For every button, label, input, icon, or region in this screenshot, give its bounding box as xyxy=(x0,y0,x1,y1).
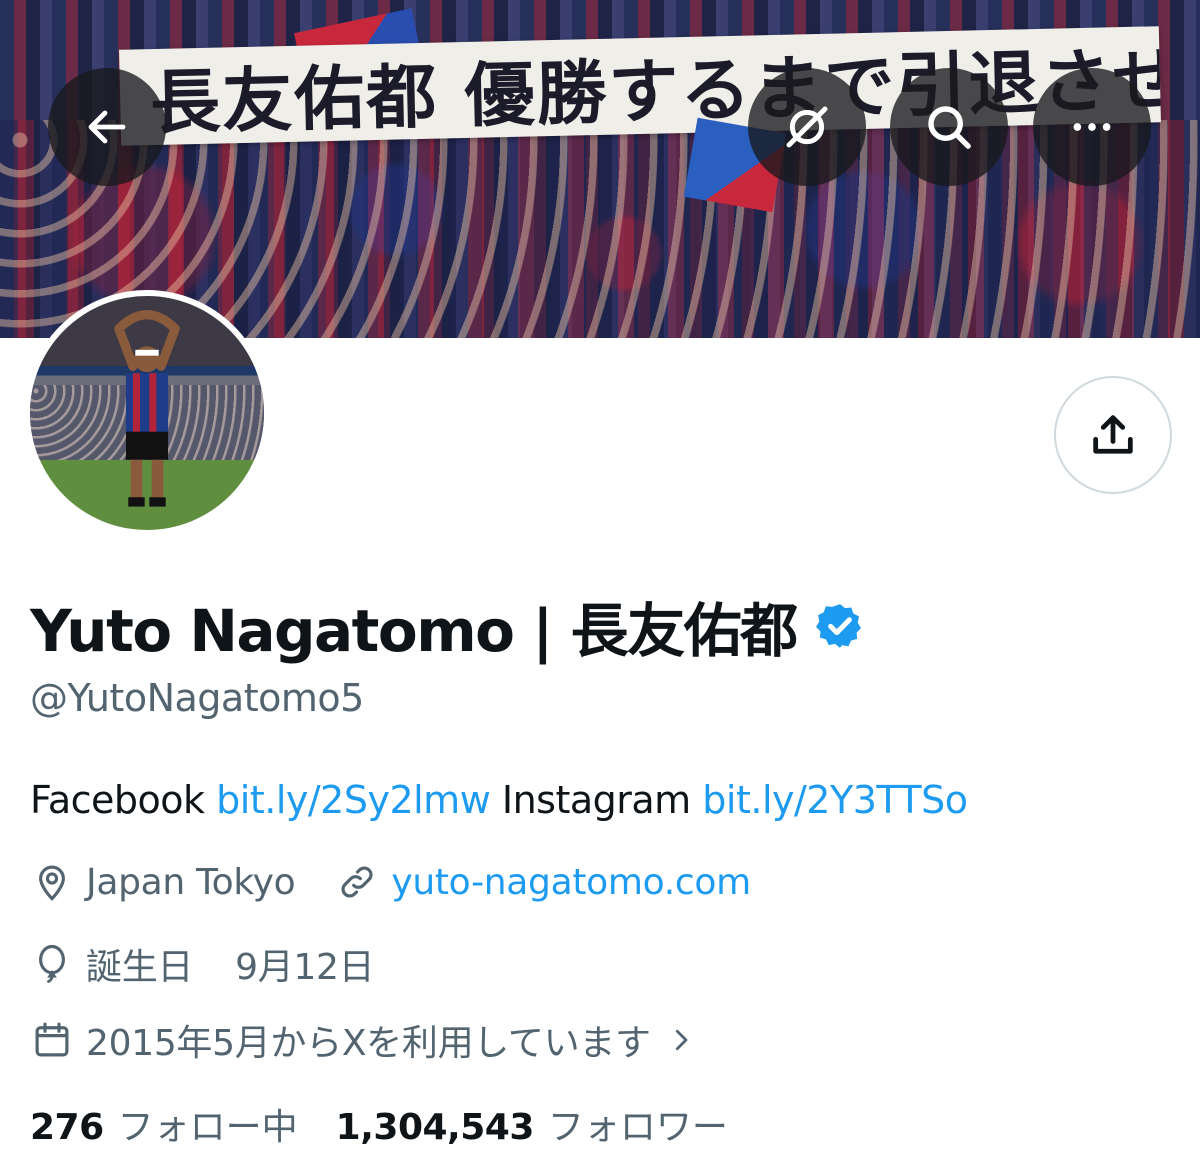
verified-badge-icon[interactable] xyxy=(815,601,865,651)
bio-facebook-link[interactable]: bit.ly/2Sy2lmw xyxy=(216,778,491,822)
display-name: Yuto Nagatomo | 長友佑都 xyxy=(30,597,798,665)
location-website-row: Japan Tokyo yuto-nagatomo.com xyxy=(30,860,751,904)
following-label: フォロー中 xyxy=(117,1107,298,1148)
search-button[interactable] xyxy=(890,68,1008,186)
birthday-value: 9月12日 xyxy=(235,947,375,988)
avatar[interactable] xyxy=(24,290,270,536)
follow-stats: 276 フォロー中 1,304,543 フォロワー xyxy=(30,1098,728,1150)
avatar-photo xyxy=(30,296,264,530)
location-pin-icon xyxy=(30,860,74,904)
balloon-icon xyxy=(30,942,74,986)
avatar-player-figure xyxy=(114,310,180,507)
following-count: 276 xyxy=(30,1107,104,1148)
share-button[interactable] xyxy=(1054,376,1172,494)
profile-location: Japan Tokyo xyxy=(86,861,296,903)
joined-date: 2015年5月からXを利用しています xyxy=(86,1023,651,1064)
share-upload-icon xyxy=(1093,415,1133,454)
birthday-row: 誕生日 9月12日 xyxy=(30,938,375,990)
arrow-left-icon xyxy=(88,110,126,144)
profile-website-link[interactable]: yuto-nagatomo.com xyxy=(391,862,751,903)
link-icon xyxy=(335,860,379,904)
back-button[interactable] xyxy=(48,68,166,186)
following-link[interactable]: 276 フォロー中 xyxy=(30,1098,298,1150)
profile-banner[interactable]: 長友佑都 優勝するまで引退させない xyxy=(0,0,1200,338)
bio-instagram-label: Instagram xyxy=(501,778,691,822)
profile-handle: @YutoNagatomo5 xyxy=(30,676,364,720)
profile-bio: Facebook bit.ly/2Sy2lmw Instagram bit.ly… xyxy=(30,778,968,822)
grok-button[interactable] xyxy=(748,68,866,186)
followers-label: フォロワー xyxy=(547,1107,728,1148)
followers-link[interactable]: 1,304,543 フォロワー xyxy=(336,1098,728,1150)
followers-count: 1,304,543 xyxy=(335,1107,535,1148)
chevron-right-icon xyxy=(659,1018,703,1062)
search-icon xyxy=(928,106,971,149)
more-horizontal-icon xyxy=(1073,123,1111,131)
bio-instagram-link[interactable]: bit.ly/2Y3TTSo xyxy=(702,778,968,822)
grok-icon xyxy=(786,106,828,148)
bio-facebook-label: Facebook xyxy=(30,778,205,822)
joined-row[interactable]: 2015年5月からXを利用しています xyxy=(30,1014,715,1066)
profile-name-row: Yuto Nagatomo | 長友佑都 xyxy=(30,586,865,666)
more-button[interactable] xyxy=(1033,68,1151,186)
birthday-label: 誕生日 xyxy=(86,947,194,988)
calendar-icon xyxy=(30,1018,74,1062)
